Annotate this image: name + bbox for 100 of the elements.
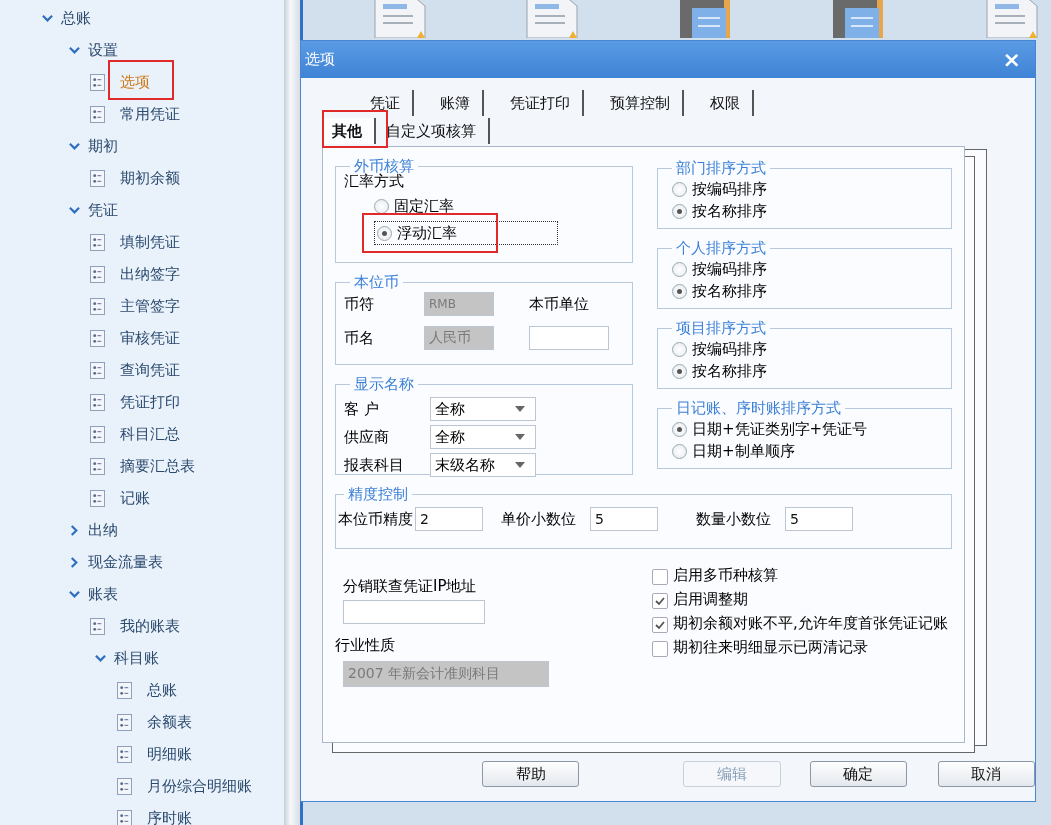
checkbox-option[interactable]: 期初往来明细显示已两清记录 (652, 639, 952, 657)
radio-button[interactable] (672, 283, 687, 299)
tree-item[interactable]: 科目汇总 (120, 424, 180, 444)
field-label: 供应商 (344, 427, 390, 447)
radio-button[interactable] (672, 443, 687, 459)
radio-button[interactable] (374, 198, 389, 214)
tab[interactable]: 凭证 (344, 90, 414, 116)
dropdown[interactable]: 末级名称 (430, 453, 536, 477)
checkbox-label: 启用调整期 (673, 591, 749, 608)
group-title: 部门排序方式 (675, 159, 767, 178)
field-label: 单价小数位 (501, 509, 576, 529)
tree-node[interactable]: 凭证 (87, 200, 118, 220)
checkbox[interactable] (652, 569, 668, 585)
radio-option[interactable]: 日期+凭证类别字+凭证号 (672, 418, 943, 440)
chevron-icon[interactable] (68, 204, 80, 216)
tree-item[interactable]: 余额表 (146, 712, 192, 732)
book-icon[interactable] (678, 0, 732, 38)
tab[interactable]: 凭证打印 (484, 90, 584, 116)
radio-label: 按编码排序 (692, 339, 767, 359)
tree-item[interactable]: 摘要汇总表 (120, 456, 195, 476)
dialog-button[interactable]: 帮助 (482, 761, 580, 787)
tree-node[interactable]: 出纳 (87, 520, 118, 540)
document-icon (90, 329, 105, 347)
document-icon (90, 361, 105, 379)
radio-button[interactable] (672, 421, 687, 437)
document-icon (90, 265, 105, 283)
radio-option[interactable]: 按名称排序 (672, 200, 943, 222)
checkbox-option[interactable]: 启用调整期 (652, 591, 952, 609)
number-field[interactable]: 2 (415, 507, 483, 531)
tree-item[interactable]: 总账 (146, 680, 177, 700)
field-label: 币符 (344, 294, 375, 314)
radio-button[interactable] (672, 363, 687, 379)
document-icon (116, 777, 132, 795)
field-label: 报表科目 (344, 455, 405, 475)
chevron-icon[interactable] (68, 556, 80, 568)
tree-node[interactable]: 现金流量表 (87, 552, 163, 572)
chevron-icon[interactable] (68, 140, 80, 152)
tree-node[interactable]: 设置 (87, 40, 118, 60)
radio-option[interactable]: 按编码排序 (672, 178, 943, 200)
tree-item[interactable]: 月份综合明细账 (146, 776, 252, 796)
document-icon (90, 105, 105, 123)
tree-item[interactable]: 我的账表 (120, 616, 180, 636)
tree-item[interactable]: 期初余额 (120, 168, 180, 188)
ip-address-field[interactable] (343, 600, 485, 624)
document-icon (116, 713, 132, 731)
radio-option[interactable]: 浮动汇率 (374, 221, 558, 245)
chevron-icon[interactable] (68, 524, 80, 536)
tab[interactable]: 账簿 (414, 90, 484, 116)
checkbox-option[interactable]: 启用多币种核算 (652, 567, 952, 585)
document-icon (90, 233, 105, 251)
tree-item[interactable]: 查询凭证 (120, 360, 180, 380)
tree-item[interactable]: 记账 (120, 488, 150, 508)
tree-item[interactable]: 审核凭证 (120, 328, 180, 348)
radio-label: 按编码排序 (692, 259, 767, 279)
tree-node[interactable]: 总账 (61, 8, 91, 28)
radio-button[interactable] (672, 341, 687, 357)
chevron-icon[interactable] (68, 44, 80, 56)
tree-item[interactable]: 明细账 (146, 744, 192, 764)
dialog-button[interactable]: 取消 (937, 761, 1035, 787)
tree-item[interactable]: 序时账 (146, 808, 192, 825)
radio-option[interactable]: 固定汇率 (374, 195, 558, 217)
tree-node[interactable]: 账表 (87, 584, 118, 604)
radio-label: 按名称排序 (692, 361, 767, 381)
book-icon[interactable] (831, 0, 885, 38)
chevron-icon[interactable] (95, 652, 106, 664)
tab[interactable]: 其他 (322, 118, 376, 144)
tab[interactable]: 权限 (684, 90, 754, 116)
chevron-icon[interactable] (42, 12, 53, 24)
caret-icon (515, 462, 525, 468)
radio-button[interactable] (672, 181, 687, 197)
radio-button[interactable] (672, 203, 687, 219)
tab[interactable]: 自定义项核算 (376, 118, 490, 144)
tree-item[interactable]: 主管签字 (120, 296, 180, 316)
radio-option[interactable]: 按名称排序 (672, 280, 943, 302)
radio-button[interactable] (377, 225, 392, 241)
radio-option[interactable]: 按编码排序 (672, 258, 943, 280)
tree-node[interactable]: 期初 (87, 136, 118, 156)
field-label: 客 户 (344, 399, 380, 419)
radio-option[interactable]: 按名称排序 (672, 360, 943, 382)
number-field[interactable]: 5 (785, 507, 853, 531)
tree-item[interactable]: 填制凭证 (120, 232, 180, 252)
tree-node[interactable]: 科目账 (114, 648, 159, 668)
dropdown[interactable]: 全称 (430, 425, 536, 449)
tree-item[interactable]: 出纳签字 (120, 264, 180, 284)
checkbox[interactable] (652, 641, 668, 657)
radio-option[interactable]: 按编码排序 (672, 338, 943, 360)
checkbox[interactable] (652, 617, 668, 633)
radio-button[interactable] (672, 261, 687, 277)
dropdown[interactable]: 全称 (430, 397, 536, 421)
checkbox[interactable] (652, 593, 668, 609)
tree-item[interactable]: 常用凭证 (120, 104, 180, 124)
number-field[interactable]: 5 (590, 507, 658, 531)
radio-label: 固定汇率 (394, 196, 454, 216)
dialog-button[interactable]: 确定 (809, 761, 907, 787)
tab[interactable]: 预算控制 (584, 90, 684, 116)
chevron-icon[interactable] (68, 588, 80, 600)
tree-item[interactable]: 凭证打印 (120, 392, 180, 412)
unit-field[interactable] (529, 326, 609, 350)
radio-option[interactable]: 日期+制单顺序 (672, 440, 943, 462)
group-title: 本位币 (353, 273, 400, 292)
